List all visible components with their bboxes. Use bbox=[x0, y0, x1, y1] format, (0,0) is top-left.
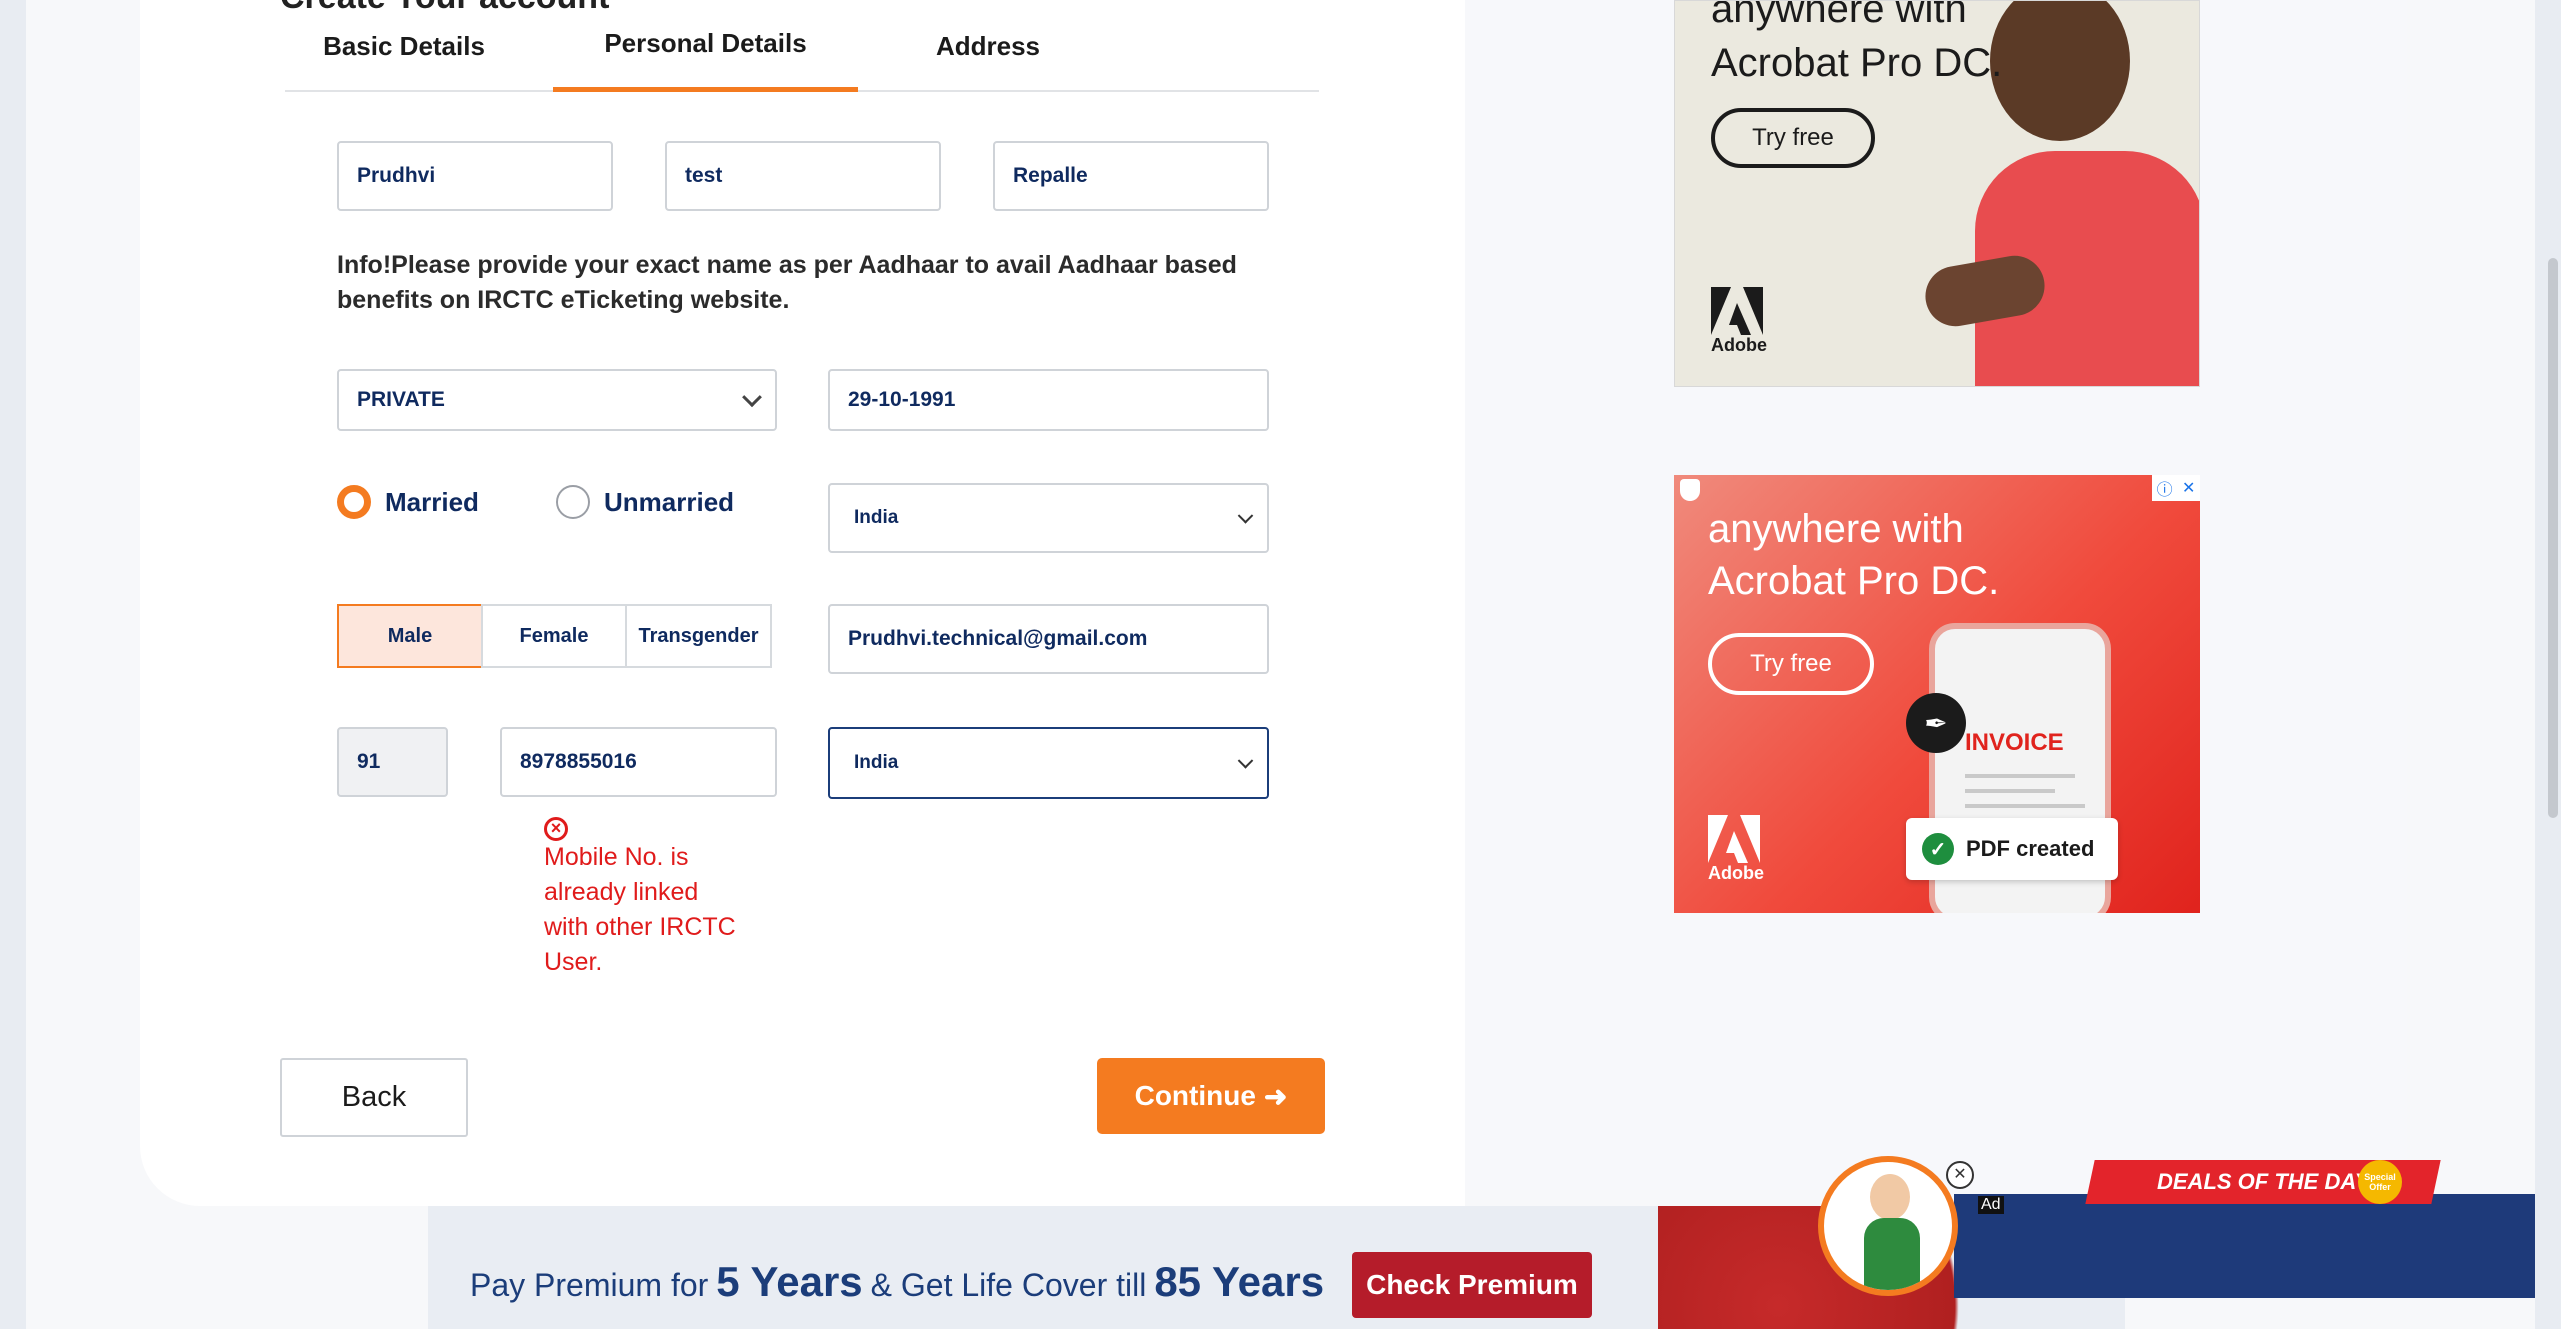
dob-input[interactable]: 29-10-1991 bbox=[828, 369, 1269, 431]
isd-code-input[interactable]: 91 bbox=[337, 727, 448, 797]
ad1-try-free-button[interactable]: Try free bbox=[1711, 108, 1875, 168]
ad-label: Ad bbox=[1978, 1196, 2004, 1214]
ad1-line2: Acrobat Pro DC. bbox=[1711, 41, 2003, 85]
continue-button[interactable]: Continue ➜ bbox=[1097, 1058, 1325, 1134]
invoice-line bbox=[1965, 789, 2055, 793]
adobe-ad-bottom[interactable]: ⓘ ✕ anywhere with Acrobat Pro DC. Try fr… bbox=[1674, 475, 2200, 913]
ad2-line2: Acrobat Pro DC. bbox=[1708, 559, 2000, 603]
ad-shield-icon bbox=[1680, 479, 1700, 501]
country-value: India bbox=[854, 507, 899, 528]
radio-checked-icon bbox=[337, 485, 371, 519]
banner-text: Pay Premium for 5 Years & Get Life Cover… bbox=[470, 1258, 1324, 1306]
ad2-try-free-button[interactable]: Try free bbox=[1708, 633, 1874, 695]
check-icon: ✓ bbox=[1922, 833, 1954, 865]
adobe-logo-icon bbox=[1711, 287, 1763, 335]
email-input[interactable]: Prudhvi.technical@gmail.com bbox=[828, 604, 1269, 674]
pdf-created-label: PDF created bbox=[1966, 836, 2095, 861]
tab-basic-details[interactable]: Basic Details bbox=[285, 0, 523, 92]
mobile-input[interactable]: 8978855016 bbox=[500, 727, 777, 797]
ad-woman-image bbox=[1990, 1, 2130, 141]
ad1-brand: Adobe bbox=[1711, 335, 1767, 355]
floating-ad-bar[interactable] bbox=[1954, 1194, 2552, 1298]
banner-years2: 85 Years bbox=[1154, 1258, 1325, 1305]
gender-transgender-button[interactable]: Transgender bbox=[625, 604, 772, 668]
radio-unmarried[interactable]: Unmarried bbox=[556, 485, 734, 519]
special-offer-badge: Special Offer bbox=[2358, 1160, 2402, 1204]
chevron-down-icon bbox=[742, 387, 762, 408]
pdf-created-badge: ✓ PDF created bbox=[1906, 818, 2118, 880]
gender-female-button[interactable]: Female bbox=[481, 604, 627, 668]
chevron-down-icon bbox=[1237, 753, 1254, 769]
check-premium-button[interactable]: Check Premium bbox=[1352, 1252, 1592, 1318]
mascot-head bbox=[1870, 1174, 1910, 1220]
acrobat-icon: ✒ bbox=[1906, 693, 1966, 753]
continue-label: Continue bbox=[1134, 1080, 1256, 1111]
invoice-line bbox=[1965, 804, 2085, 808]
back-button[interactable]: Back bbox=[280, 1058, 468, 1137]
radio-married-label: Married bbox=[385, 486, 479, 517]
last-name-input[interactable]: Repalle bbox=[993, 141, 1269, 211]
tab-personal-details[interactable]: Personal Details bbox=[553, 0, 858, 92]
scrollbar-thumb[interactable] bbox=[2548, 258, 2558, 818]
ad2-brand: Adobe bbox=[1708, 863, 1764, 883]
banner-years1: 5 Years bbox=[716, 1258, 863, 1305]
ad-info-icon[interactable]: ⓘ bbox=[2157, 476, 2173, 500]
mascot-body bbox=[1864, 1218, 1920, 1290]
error-x-circle-icon: × bbox=[544, 817, 568, 841]
nationality-value: India bbox=[854, 752, 899, 773]
arrow-right-icon: ➜ bbox=[1263, 1080, 1288, 1112]
middle-name-input[interactable]: test bbox=[665, 141, 941, 211]
banner-mid: & Get Life Cover till bbox=[870, 1267, 1147, 1303]
invoice-line bbox=[1965, 774, 2075, 778]
first-name-input[interactable]: Prudhvi bbox=[337, 141, 613, 211]
tab-address[interactable]: Address bbox=[863, 0, 1113, 92]
ad2-line1: anywhere with bbox=[1708, 507, 1964, 551]
country-select[interactable]: India bbox=[828, 483, 1269, 553]
gender-male-button[interactable]: Male bbox=[337, 604, 483, 668]
occupation-select[interactable]: PRIVATE bbox=[337, 369, 777, 431]
nationality-select[interactable]: India bbox=[828, 727, 1269, 799]
deals-label: DEALS OF THE DAY bbox=[2156, 1169, 2370, 1194]
adobe-logo-icon bbox=[1708, 815, 1760, 863]
occupation-value: PRIVATE bbox=[357, 388, 445, 411]
adobe-ad-top[interactable]: anywhere with Acrobat Pro DC. Try free A… bbox=[1674, 0, 2200, 387]
aadhaar-info-text: Info!Please provide your exact name as p… bbox=[337, 251, 1237, 314]
chevron-down-icon bbox=[1237, 508, 1254, 524]
mobile-error-message: Mobile No. is already linked with other … bbox=[544, 843, 736, 976]
radio-unmarried-label: Unmarried bbox=[604, 486, 735, 517]
close-icon[interactable]: ✕ bbox=[1946, 1161, 1974, 1189]
ad-choices[interactable]: ⓘ ✕ bbox=[2152, 475, 2200, 501]
ad-invoice-text: INVOICE bbox=[1965, 729, 2064, 756]
radio-married[interactable]: Married bbox=[337, 485, 479, 519]
mascot-avatar[interactable] bbox=[1818, 1156, 1958, 1296]
ad-close-icon[interactable]: ✕ bbox=[2182, 478, 2195, 498]
radio-unchecked-icon bbox=[556, 485, 590, 519]
ad1-line1: anywhere with bbox=[1711, 0, 1967, 31]
banner-pre: Pay Premium for bbox=[470, 1267, 709, 1303]
tab-bar: Basic Details Personal Details Address bbox=[285, 0, 1319, 92]
